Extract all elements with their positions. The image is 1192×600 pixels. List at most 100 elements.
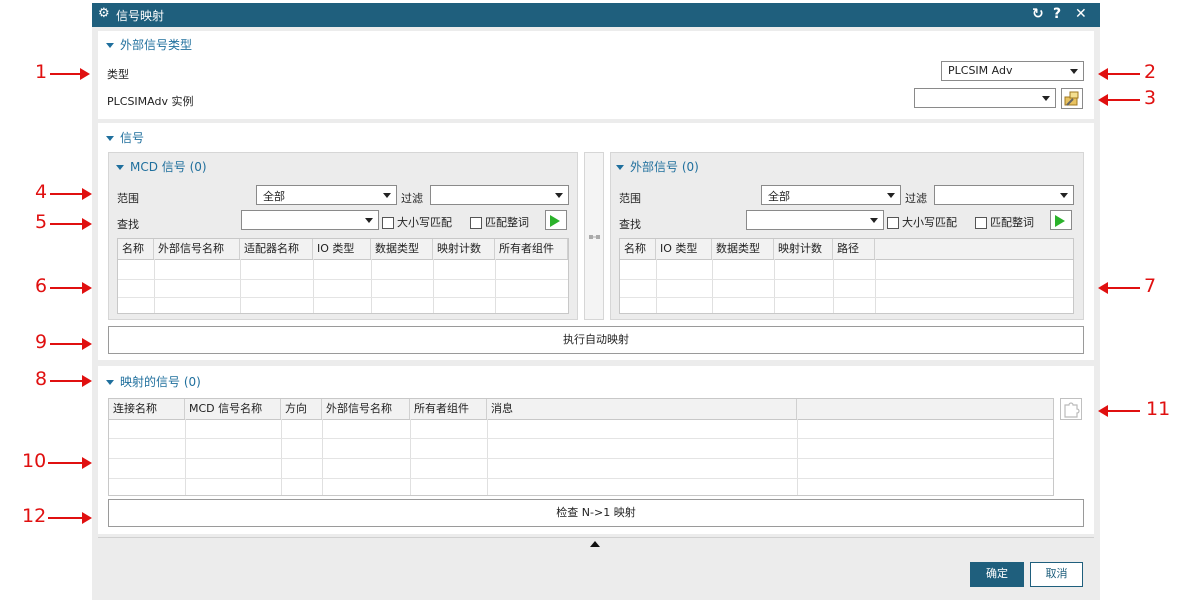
column-header[interactable]: 所有者组件: [410, 399, 487, 419]
annotation-arrow: [50, 338, 92, 350]
ok-button[interactable]: 确定: [970, 562, 1024, 587]
table-row[interactable]: [118, 297, 568, 298]
cancel-button[interactable]: 取消: [1030, 562, 1083, 587]
collapse-triangle-icon: [116, 165, 124, 170]
ext-find-label: 查找: [619, 218, 641, 231]
table-row[interactable]: [620, 279, 1073, 280]
annotation-number: 4: [35, 181, 48, 203]
instance-label: PLCSIMAdv 实例: [107, 95, 194, 108]
gear-icon: ⚙: [98, 6, 110, 21]
column-header[interactable]: 路径: [833, 239, 875, 259]
mcd-scope-label: 范围: [117, 192, 139, 205]
ext-whole-word-checkbox[interactable]: 匹配整词: [975, 214, 1034, 230]
external-signal-header[interactable]: 外部信号 (0): [616, 158, 699, 175]
annotation-number: 5: [35, 211, 48, 233]
collapse-triangle-icon: [106, 380, 114, 385]
instance-browse-button[interactable]: [1061, 88, 1083, 109]
mcd-signal-header[interactable]: MCD 信号 (0): [116, 158, 207, 175]
ext-find-combo[interactable]: [746, 210, 884, 230]
mcd-table-header: 名称 外部信号名称 适配器名称 IO 类型 数据类型 映射计数 所有者组件: [118, 239, 568, 260]
column-header[interactable]: 外部信号名称: [322, 399, 410, 419]
ext-filter-select[interactable]: [934, 185, 1074, 205]
chevron-down-icon: [1060, 193, 1068, 198]
instance-select[interactable]: [914, 88, 1056, 108]
mcd-whole-word-checkbox[interactable]: 匹配整词: [470, 214, 529, 230]
annotation-arrow: [50, 68, 90, 80]
ext-find-go-button[interactable]: [1050, 210, 1072, 230]
close-icon[interactable]: ✕: [1075, 6, 1087, 22]
column-header[interactable]: IO 类型: [313, 239, 371, 259]
chevron-down-icon: [383, 193, 391, 198]
mcd-find-label: 查找: [117, 218, 139, 231]
mcd-find-go-button[interactable]: [545, 210, 567, 230]
table-row[interactable]: [109, 438, 1053, 439]
column-header[interactable]: 数据类型: [712, 239, 774, 259]
table-row[interactable]: [620, 297, 1073, 298]
column-header[interactable]: 数据类型: [371, 239, 433, 259]
map-separator-strip: [584, 152, 604, 320]
mapped-signal-table: 连接名称 MCD 信号名称 方向 外部信号名称 所有者组件 消息: [108, 398, 1054, 496]
green-arrow-icon: [550, 215, 560, 227]
checkbox-icon: [887, 217, 899, 229]
checkbox-icon: [470, 217, 482, 229]
green-arrow-icon: [1055, 215, 1065, 227]
column-header[interactable]: 方向: [281, 399, 322, 419]
mcd-filter-select[interactable]: [430, 185, 569, 205]
table-row[interactable]: [118, 279, 568, 280]
mcd-case-match-checkbox[interactable]: 大小写匹配: [382, 214, 452, 230]
window-title: 信号映射: [116, 9, 165, 23]
link-icon[interactable]: [586, 231, 604, 245]
column-header[interactable]: 外部信号名称: [154, 239, 240, 259]
annotation-arrow: [1098, 68, 1140, 80]
column-header[interactable]: 映射计数: [774, 239, 833, 259]
column-header[interactable]: 连接名称: [109, 399, 185, 419]
ext-scope-select[interactable]: 全部: [761, 185, 901, 205]
auto-map-button[interactable]: 执行自动映射: [108, 326, 1084, 354]
ext-case-match-checkbox[interactable]: 大小写匹配: [887, 214, 957, 230]
column-header[interactable]: 所有者组件: [495, 239, 568, 259]
puzzle-button[interactable]: [1060, 398, 1082, 420]
table-row[interactable]: [109, 478, 1053, 479]
ext-scope-value: 全部: [768, 190, 790, 203]
chevron-down-icon: [1042, 96, 1050, 101]
mapped-table-header: 连接名称 MCD 信号名称 方向 外部信号名称 所有者组件 消息: [109, 399, 1053, 420]
column-header[interactable]: 映射计数: [433, 239, 495, 259]
annotation-arrow: [1098, 94, 1140, 106]
chevron-down-icon: [1070, 69, 1078, 74]
mcd-find-combo[interactable]: [241, 210, 379, 230]
collapse-up-icon[interactable]: [590, 541, 600, 547]
table-row[interactable]: [109, 458, 1053, 459]
column-header[interactable]: 名称: [620, 239, 656, 259]
collapse-triangle-icon: [106, 43, 114, 48]
chevron-down-icon: [887, 193, 895, 198]
annotation-arrow: [48, 512, 92, 524]
help-icon[interactable]: ?: [1053, 6, 1061, 22]
column-header[interactable]: 名称: [118, 239, 154, 259]
annotation-number: 12: [22, 505, 47, 527]
mapped-signal-header[interactable]: 映射的信号 (0): [106, 373, 201, 390]
column-header[interactable]: 消息: [487, 399, 797, 419]
column-header[interactable]: IO 类型: [656, 239, 712, 259]
ext-table-header: 名称 IO 类型 数据类型 映射计数 路径: [620, 239, 1073, 260]
external-type-header[interactable]: 外部信号类型: [106, 36, 192, 53]
collapse-triangle-icon: [616, 165, 624, 170]
annotation-arrow: [48, 457, 92, 469]
column-header[interactable]: MCD 信号名称: [185, 399, 281, 419]
divider: [98, 537, 1094, 538]
signal-section-header[interactable]: 信号: [106, 129, 144, 146]
annotation-number: 3: [1144, 87, 1157, 109]
puzzle-icon: [1064, 402, 1080, 418]
title-bar: ⚙ 信号映射 ↻ ? ✕: [92, 3, 1100, 27]
annotation-arrow: [50, 188, 92, 200]
reset-icon[interactable]: ↻: [1032, 6, 1044, 22]
type-select[interactable]: PLCSIM Adv: [941, 61, 1084, 81]
annotation-number: 1: [35, 61, 48, 83]
column-header[interactable]: 适配器名称: [240, 239, 313, 259]
annotation-arrow: [50, 375, 92, 387]
annotation-arrow: [50, 282, 92, 294]
annotation-number: 2: [1144, 61, 1157, 83]
check-n-to-1-button[interactable]: 检查 N->1 映射: [108, 499, 1084, 527]
mcd-filter-label: 过滤: [401, 192, 423, 205]
mcd-scope-select[interactable]: 全部: [256, 185, 397, 205]
mcd-scope-value: 全部: [263, 190, 285, 203]
